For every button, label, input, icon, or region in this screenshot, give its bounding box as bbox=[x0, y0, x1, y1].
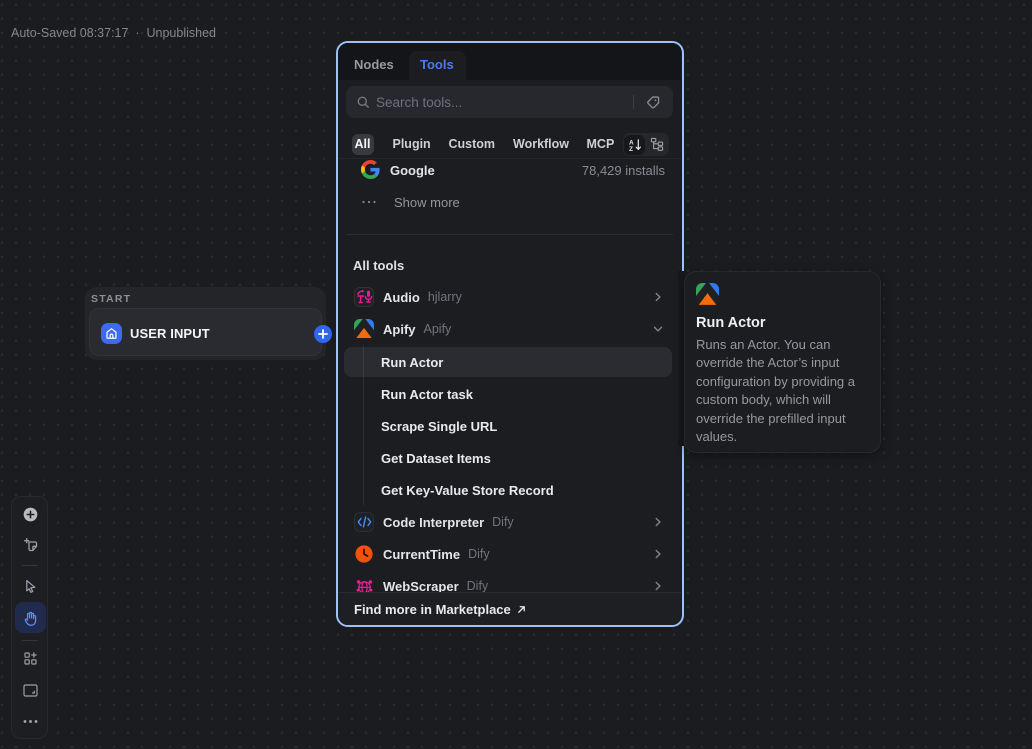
svg-text:Z: Z bbox=[629, 146, 633, 152]
